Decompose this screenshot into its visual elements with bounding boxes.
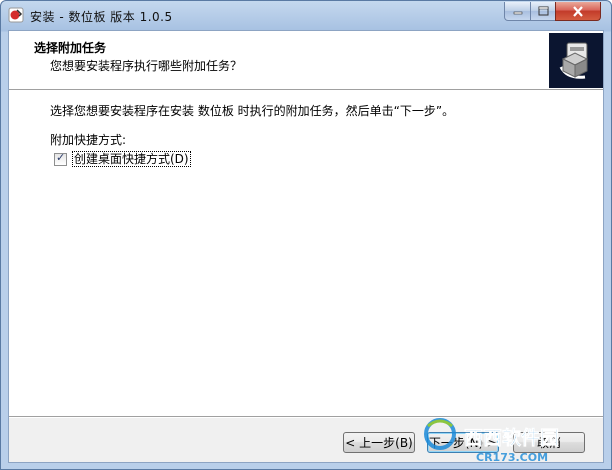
back-button[interactable]: < 上一步(B) xyxy=(343,432,415,453)
site-watermark: 西西软件园 CR173.COM xyxy=(424,418,559,464)
title-bar[interactable]: 安装 - 数位板 版本 1.0.5 xyxy=(1,1,611,30)
minimize-icon xyxy=(513,11,522,15)
desktop-shortcut-checkbox[interactable]: ✓ xyxy=(54,150,67,166)
wizard-client-area: 选择附加任务 您想要安装程序执行哪些附加任务？ 选择您想要安装程序在安装 数位板… xyxy=(8,30,604,463)
window-title: 安装 - 数位板 版本 1.0.5 xyxy=(30,10,173,24)
shortcut-group-label: 附加快捷方式: xyxy=(50,133,127,147)
installer-window: 安装 - 数位板 版本 1.0.5 选择附加任务 您想要安装程序执行哪些附加任务… xyxy=(0,0,612,470)
page-title: 选择附加任务 xyxy=(34,41,107,55)
desktop-shortcut-label[interactable]: 创建桌面快捷方式(D) xyxy=(72,151,191,167)
wizard-header: 选择附加任务 您想要安装程序执行哪些附加任务？ xyxy=(9,31,603,89)
watermark-site: CR173.COM xyxy=(476,451,548,464)
watermark-brand: 西西软件园 xyxy=(464,426,559,449)
maximize-icon xyxy=(538,6,548,16)
computer-box-icon xyxy=(559,42,589,79)
page-subtitle: 您想要安装程序执行哪些附加任务？ xyxy=(50,59,243,73)
watermark-logo-icon xyxy=(424,418,456,450)
wizard-page: 选择您想要安装程序在安装 数位板 时执行的附加任务，然后单击“下一步”。 附加快… xyxy=(9,91,603,416)
checkmark-icon: ✓ xyxy=(56,150,66,164)
minimize-button[interactable] xyxy=(504,2,531,21)
close-button[interactable] xyxy=(555,2,601,21)
desktop-shortcut-option[interactable]: ✓ 创建桌面快捷方式(D) xyxy=(54,151,191,167)
setup-wizard-icon xyxy=(549,33,603,88)
installer-app-icon xyxy=(8,7,24,23)
page-description: 选择您想要安装程序在安装 数位板 时执行的附加任务，然后单击“下一步”。 xyxy=(50,104,455,118)
maximize-button[interactable] xyxy=(530,2,556,21)
close-icon xyxy=(573,5,583,17)
